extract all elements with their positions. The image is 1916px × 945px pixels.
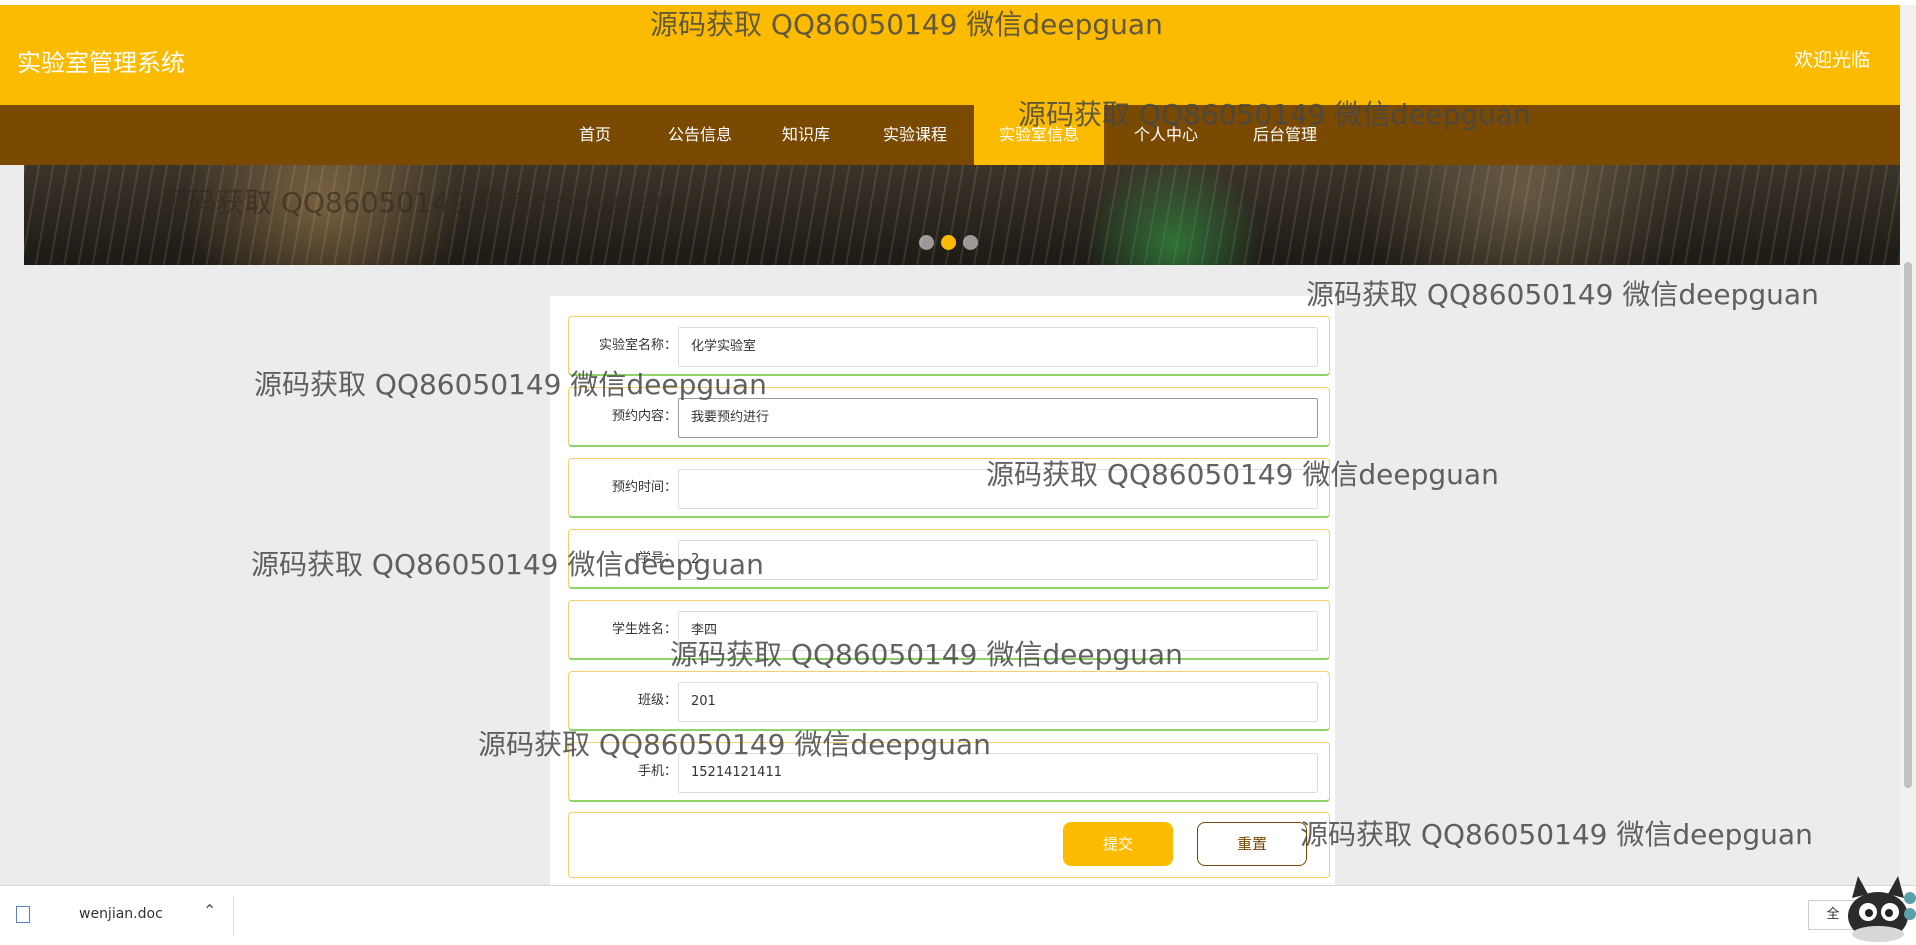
nav-knowledge-base[interactable]: 知识库 <box>770 105 842 165</box>
download-bar-divider <box>233 896 234 936</box>
download-bar: wenjian.doc ⌃ 全 <box>0 885 1916 945</box>
page-scrollbar[interactable] <box>1900 5 1916 885</box>
welcome-text: 欢迎光临 <box>1793 49 1870 71</box>
reservation-form: 实验室名称： 化学实验室 预约内容： 我要预约进行 预约时间： 学号： 2 学生… <box>550 296 1335 888</box>
main-nav: 首页 公告信息 知识库 实验课程 实验室信息 个人中心 后台管理 <box>0 105 1900 165</box>
student-name-input[interactable]: 李四 <box>678 611 1318 651</box>
carousel-dot-2[interactable] <box>941 235 956 250</box>
watermark-text: 源码获取 QQ86050149 微信deepguan <box>1300 818 1813 851</box>
nav-personal-center[interactable]: 个人中心 <box>1124 105 1208 165</box>
student-name-label: 学生姓名： <box>611 622 677 637</box>
student-id-input[interactable]: 2 <box>678 540 1318 580</box>
nav-admin[interactable]: 后台管理 <box>1236 105 1334 165</box>
class-label: 班级： <box>637 693 677 708</box>
form-row-student-name: 学生姓名： 李四 <box>568 600 1330 660</box>
document-icon <box>16 906 30 923</box>
nav-home[interactable]: 首页 <box>560 105 630 165</box>
chevron-up-icon[interactable]: ⌃ <box>203 901 216 920</box>
form-row-student-id: 学号： 2 <box>568 529 1330 589</box>
phone-input[interactable]: 15214121411 <box>678 753 1318 793</box>
form-actions: 提交 重置 <box>568 812 1330 878</box>
nav-lab-courses[interactable]: 实验课程 <box>870 105 960 165</box>
scrollbar-thumb[interactable] <box>1904 262 1912 788</box>
phone-label: 手机： <box>637 764 677 779</box>
site-title: 实验室管理系统 <box>17 49 185 77</box>
form-row-class: 班级： 201 <box>568 671 1330 731</box>
lab-name-input[interactable]: 化学实验室 <box>678 327 1318 367</box>
form-row-reservation-content: 预约内容： 我要预约进行 <box>568 387 1330 447</box>
reservation-time-input[interactable] <box>678 469 1318 509</box>
carousel-dot-3[interactable] <box>963 235 978 250</box>
download-file-name[interactable]: wenjian.doc <box>79 906 163 922</box>
form-row-reservation-time: 预约时间： <box>568 458 1330 518</box>
site-header: 实验室管理系统 欢迎光临 <box>0 5 1900 105</box>
cat-mascot-icon <box>1848 876 1916 942</box>
nav-lab-info[interactable]: 实验室信息 <box>974 105 1104 165</box>
submit-button[interactable]: 提交 <box>1063 822 1173 866</box>
banner-carousel <box>24 165 1900 265</box>
reset-button[interactable]: 重置 <box>1197 822 1307 866</box>
reservation-content-label: 预约内容： <box>611 409 677 424</box>
carousel-dot-1[interactable] <box>919 235 934 250</box>
class-input[interactable]: 201 <box>678 682 1318 722</box>
reservation-time-label: 预约时间： <box>611 480 677 495</box>
reservation-content-input[interactable]: 我要预约进行 <box>678 398 1318 438</box>
form-row-phone: 手机： 15214121411 <box>568 742 1330 802</box>
carousel-dots <box>919 235 985 254</box>
student-id-label: 学号： <box>637 551 677 566</box>
watermark-text: 源码获取 QQ86050149 微信deepguan <box>1306 278 1819 311</box>
nav-announcements[interactable]: 公告信息 <box>658 105 742 165</box>
form-row-lab-name: 实验室名称： 化学实验室 <box>568 316 1330 376</box>
lab-name-label: 实验室名称： <box>598 338 677 353</box>
